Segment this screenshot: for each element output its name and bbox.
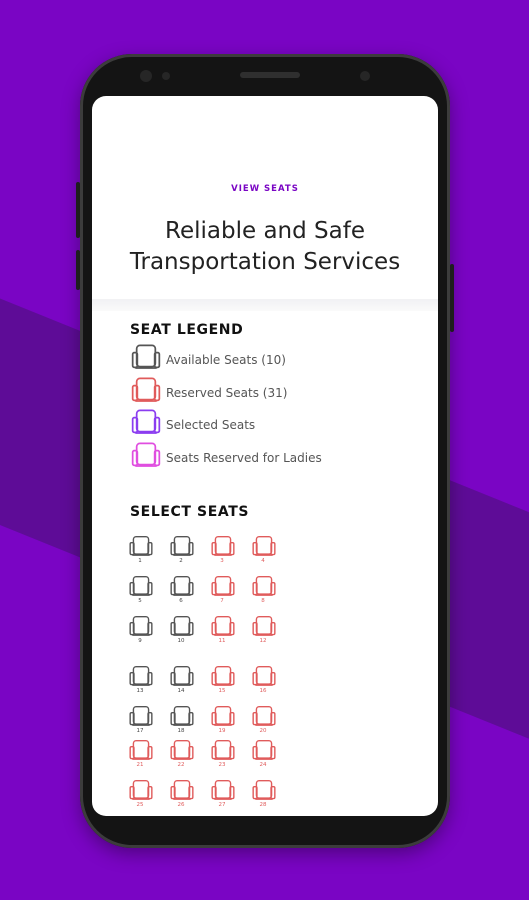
seat-number: 5 [138, 598, 142, 604]
legend-ladies: Seats Reserved for Ladies [130, 441, 322, 472]
seat-number: 22 [177, 762, 185, 768]
seat-number: 14 [177, 688, 185, 694]
volume-button [76, 182, 80, 238]
seat-number: 3 [220, 558, 224, 564]
seat-number: 10 [177, 638, 185, 644]
seat-number: 19 [218, 728, 226, 734]
seat-number: 11 [218, 638, 226, 644]
legend-label: Available Seats (10) [166, 353, 286, 367]
seat-number: 8 [261, 598, 265, 604]
sensor-icon [162, 72, 170, 80]
legend-reserved: Reserved Seats (31) [130, 376, 288, 407]
seat-14[interactable]: 14 [169, 664, 199, 698]
earpiece-speaker [240, 72, 300, 78]
seat-19: 19 [210, 704, 240, 738]
seat-number: 12 [259, 638, 267, 644]
seat-number: 2 [179, 558, 183, 564]
seat-icon [130, 342, 162, 378]
seat-22: 22 [169, 738, 199, 772]
seat-icon [130, 375, 162, 411]
seat-17[interactable]: 17 [128, 704, 158, 738]
seat-2[interactable]: 2 [169, 534, 199, 568]
legend-label: Seats Reserved for Ladies [166, 450, 322, 465]
seat-9[interactable]: 9 [128, 614, 158, 648]
seat-10[interactable]: 10 [169, 614, 199, 648]
seat-18[interactable]: 18 [169, 704, 199, 738]
select-seats-title: SELECT SEATS [130, 504, 250, 520]
seat-number: 26 [177, 802, 185, 808]
seat-number: 7 [220, 598, 224, 604]
seat-27: 27 [210, 778, 240, 812]
seat-number: 4 [261, 558, 265, 564]
seat-13[interactable]: 13 [128, 664, 158, 698]
seat-21: 21 [128, 738, 158, 772]
seat-number: 16 [259, 688, 267, 694]
iris-sensor-icon [360, 71, 370, 81]
seat-23: 23 [210, 738, 240, 772]
seat-28: 28 [251, 778, 281, 812]
seat-number: 24 [259, 762, 267, 768]
seat-number: 6 [179, 598, 183, 604]
seat-5[interactable]: 5 [128, 574, 158, 608]
seat-icon [130, 407, 162, 443]
seat-7: 7 [210, 574, 240, 608]
legend-selected: Selected Seats [130, 409, 256, 439]
bixby-button [76, 250, 80, 290]
seat-12: 12 [251, 614, 281, 648]
seat-icon [130, 440, 162, 476]
seat-number: 23 [218, 762, 226, 768]
legend-label: Selected Seats [166, 418, 256, 432]
seat-number: 13 [136, 688, 144, 694]
seat-number: 17 [136, 728, 144, 734]
legend-title: SEAT LEGEND [130, 322, 244, 338]
seat-20: 20 [251, 704, 281, 738]
power-button [450, 264, 454, 332]
page-title: Reliable and Safe Transportation Service… [129, 218, 401, 275]
seat-number: 21 [136, 762, 144, 768]
front-camera-icon [140, 70, 152, 82]
seat-3: 3 [210, 534, 240, 568]
seat-4: 4 [251, 534, 281, 568]
seat-11: 11 [210, 614, 240, 648]
seat-number: 18 [177, 728, 185, 734]
seat-8: 8 [251, 574, 281, 608]
seat-6[interactable]: 6 [169, 574, 199, 608]
seat-26: 26 [169, 778, 199, 812]
phone-frame: VIEW SEATS Reliable and Safe Transportat… [76, 54, 454, 848]
seat-number: 25 [136, 802, 144, 808]
seat-number: 9 [138, 638, 142, 644]
legend-available: Available Seats (10) [130, 344, 286, 374]
seat-number: 28 [259, 802, 267, 808]
seat-15: 15 [210, 664, 240, 698]
card-divider [92, 299, 438, 311]
seat-25: 25 [128, 778, 158, 812]
seat-1[interactable]: 1 [128, 534, 158, 568]
seat-number: 15 [218, 688, 226, 694]
app-screen: VIEW SEATS Reliable and Safe Transportat… [92, 96, 438, 816]
seat-number: 1 [138, 558, 142, 564]
seat-number: 20 [259, 728, 267, 734]
legend-label: Reserved Seats (31) [166, 385, 288, 400]
view-seats-link[interactable]: VIEW SEATS [92, 184, 438, 194]
seat-24: 24 [251, 738, 281, 772]
seat-number: 27 [218, 802, 226, 808]
seat-16: 16 [251, 664, 281, 698]
